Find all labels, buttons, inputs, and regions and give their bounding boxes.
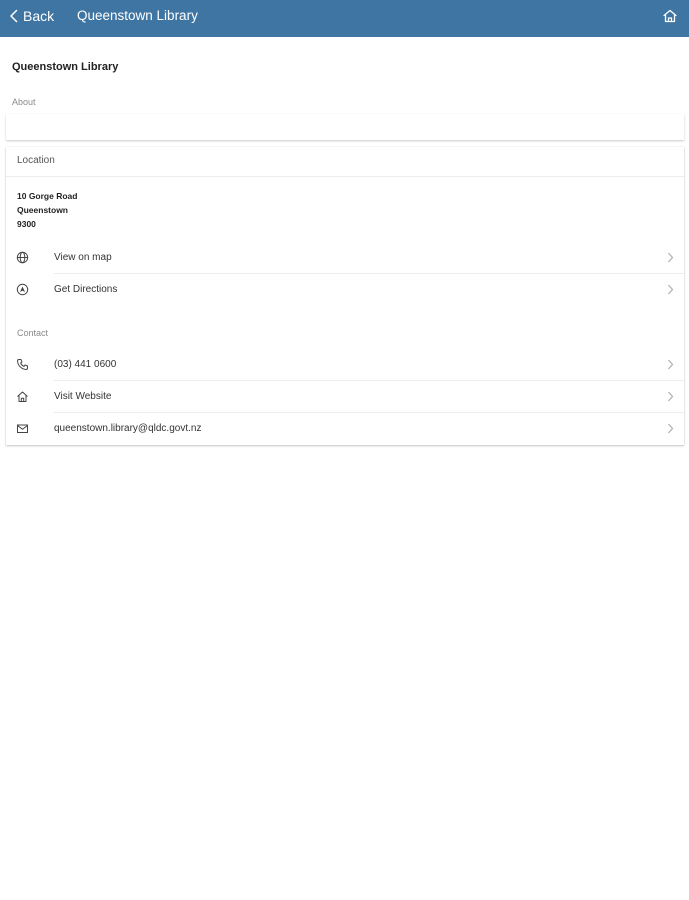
back-button[interactable]: Back xyxy=(9,0,54,32)
location-header: Location xyxy=(6,147,684,177)
mail-icon xyxy=(17,424,28,433)
email-row[interactable]: queenstown.library@qldc.govt.nz xyxy=(6,413,684,445)
chevron-right-icon xyxy=(668,391,674,402)
chevron-left-icon xyxy=(10,9,18,23)
visit-website-label: Visit Website xyxy=(54,391,112,402)
directions-icon xyxy=(16,283,29,296)
top-navigation-bar: Back Queenstown Library xyxy=(0,0,689,37)
view-on-map-row[interactable]: View on map xyxy=(6,242,684,274)
about-card xyxy=(6,114,684,140)
contact-label: Contact xyxy=(17,328,49,338)
phone-label: (03) 441 0600 xyxy=(54,359,117,370)
home-icon xyxy=(17,391,28,402)
view-on-map-label: View on map xyxy=(54,252,112,263)
location-card: Location 10 Gorge Road Queenstown 9300 V… xyxy=(6,147,684,445)
globe-icon xyxy=(16,251,29,264)
address-block: 10 Gorge Road Queenstown 9300 xyxy=(17,189,77,231)
chevron-right-icon xyxy=(668,359,674,370)
chevron-right-icon xyxy=(668,252,674,263)
phone-icon xyxy=(17,359,28,370)
back-label: Back xyxy=(23,8,55,24)
get-directions-label: Get Directions xyxy=(54,284,118,295)
nav-title: Queenstown Library xyxy=(77,8,198,23)
visit-website-row[interactable]: Visit Website xyxy=(6,381,684,413)
phone-row[interactable]: (03) 441 0600 xyxy=(6,349,684,381)
get-directions-row[interactable]: Get Directions xyxy=(6,274,684,306)
chevron-right-icon xyxy=(668,423,674,434)
address-line: Queenstown xyxy=(17,205,69,215)
address-line: 9300 xyxy=(17,219,36,229)
page-title: Queenstown Library xyxy=(12,61,119,73)
about-label: About xyxy=(12,97,36,107)
address-line: 10 Gorge Road xyxy=(17,191,78,201)
email-label: queenstown.library@qldc.govt.nz xyxy=(54,423,202,434)
home-icon[interactable] xyxy=(662,8,678,24)
location-header-label: Location xyxy=(17,155,55,166)
chevron-right-icon xyxy=(668,284,674,295)
